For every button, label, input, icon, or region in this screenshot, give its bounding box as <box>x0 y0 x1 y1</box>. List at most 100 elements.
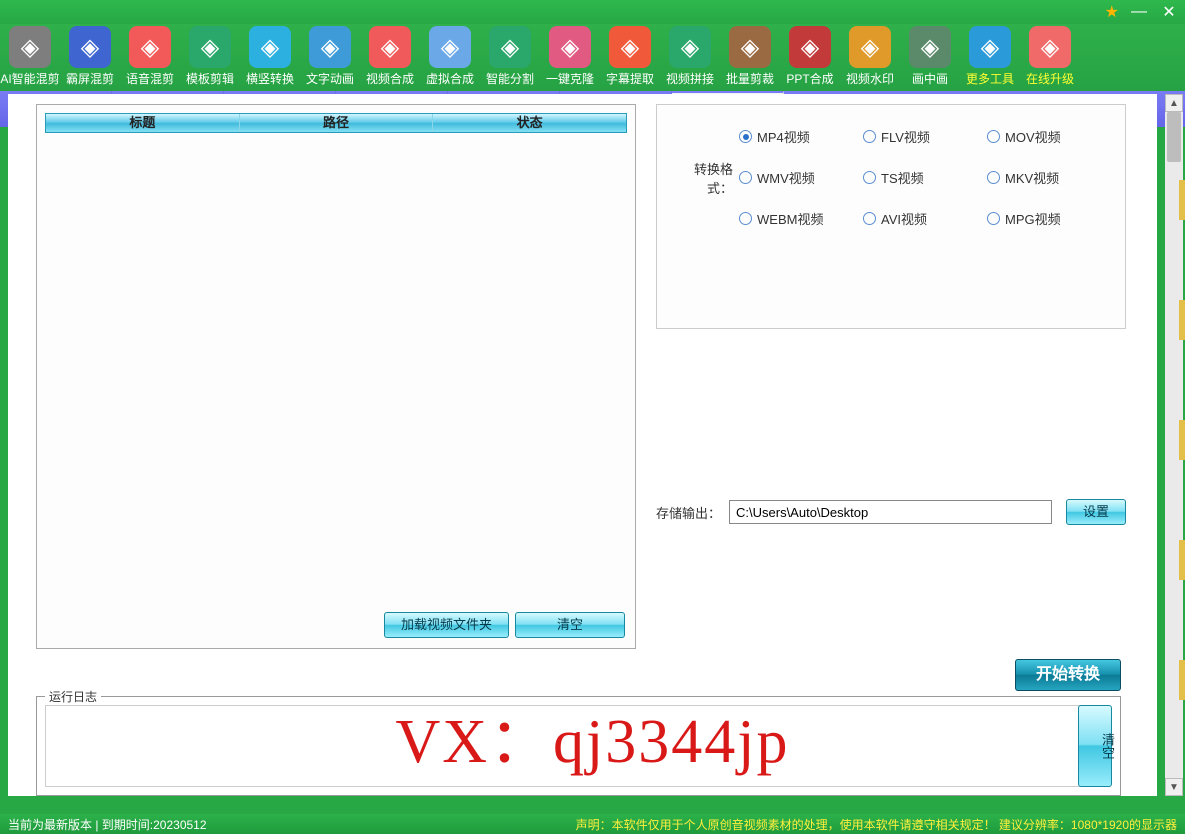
log-body <box>45 705 1080 787</box>
edge-marker <box>1179 420 1185 460</box>
scroll-down-icon[interactable]: ▼ <box>1165 778 1183 796</box>
toolbar-label: 字幕提取 <box>600 70 660 87</box>
file-list-panel: 标题 路径 状态 加载视频文件夹 清空 <box>36 104 636 649</box>
toolbar-label: 视频水印 <box>840 70 900 87</box>
toolbar-icon: ◈ <box>309 26 351 68</box>
toolbar-item[interactable]: ◈画中画 <box>900 26 960 91</box>
star-icon: ★ <box>1105 2 1119 22</box>
toolbar-item[interactable]: ◈ 视频拼接 <box>660 26 720 91</box>
toolbar-icon: ◈ <box>69 26 111 68</box>
toolbar-icon: ◈ <box>429 26 471 68</box>
toolbar-icon: ◈ <box>849 26 891 68</box>
toolbar-icon: ◈ <box>1029 26 1071 68</box>
format-radio[interactable]: MOV视频 <box>987 127 1111 146</box>
format-radio[interactable]: MKV视频 <box>987 168 1111 187</box>
log-clear-button[interactable]: 清空 <box>1078 705 1112 787</box>
scroll-thumb[interactable] <box>1167 112 1181 162</box>
format-radio[interactable]: WMV视频 <box>739 168 863 187</box>
th-status[interactable]: 状态 <box>433 114 626 132</box>
radio-icon <box>863 212 876 225</box>
toolbar-icon: ◈ <box>669 26 711 68</box>
th-path[interactable]: 路径 <box>240 114 434 132</box>
toolbar-item[interactable]: ◈ AI智能混剪 <box>0 26 60 91</box>
toolbar-label: 批量剪裁 <box>720 70 780 87</box>
toolbar-label: 霸屏混剪 <box>60 70 120 87</box>
main-toolbar: ◈AI智能混剪◈霸屏混剪◈语音混剪◈模板剪辑◈横竖转换◈文字动画◈视频合成◈虚拟… <box>0 24 1185 91</box>
toolbar-item[interactable]: ◈ 智能分割 <box>480 26 540 91</box>
table-body <box>45 141 627 591</box>
radio-icon <box>987 212 1000 225</box>
clear-list-button[interactable]: 清空 <box>515 612 625 638</box>
toolbar-label: 虚拟合成 <box>420 70 480 87</box>
edge-marker <box>1179 660 1185 700</box>
toolbar-item[interactable]: ◈更多工具 <box>960 26 1020 91</box>
format-radio-group: MP4视频 FLV视频 MOV视频 WMV视频 TS视频 MKV视频 WEBM视频 AVI视频… <box>739 127 1111 228</box>
toolbar-item[interactable]: ◈语音混剪 <box>120 26 180 91</box>
start-convert-button[interactable]: 开始转换 <box>1015 659 1121 691</box>
content-area: 标题 路径 状态 加载视频文件夹 清空 转换格式： MP4视频 FLV视频 MOV视… <box>8 94 1157 796</box>
table-header: 标题 路径 状态 <box>45 113 627 133</box>
load-folder-button[interactable]: 加载视频文件夹 <box>384 612 509 638</box>
toolbar-label: 语音混剪 <box>120 70 180 87</box>
format-radio[interactable]: MP4视频 <box>739 127 863 146</box>
toolbar-label: 智能分割 <box>480 70 540 87</box>
toolbar-item[interactable]: ◈ 文字动画 <box>300 26 360 91</box>
toolbar-item[interactable]: ◈ 批量剪裁 <box>720 26 780 91</box>
toolbar-icon: ◈ <box>969 26 1011 68</box>
toolbar-icon: ◈ <box>729 26 771 68</box>
scroll-up-icon[interactable]: ▲ <box>1165 94 1183 112</box>
radio-label: TS视频 <box>881 168 924 187</box>
toolbar-item[interactable]: ◈ 虚拟合成 <box>420 26 480 91</box>
toolbar-item[interactable]: ◈ 霸屏混剪 <box>60 26 120 91</box>
toolbar-item[interactable]: ◈ 在线升级 <box>1020 26 1080 91</box>
toolbar-icon: ◈ <box>189 26 231 68</box>
toolbar-item[interactable]: ◈ 横竖转换 <box>240 26 300 91</box>
toolbar-icon: ◈ <box>249 26 291 68</box>
format-radio[interactable]: WEBM视频 <box>739 209 863 228</box>
toolbar-item[interactable]: ◈ 视频水印 <box>840 26 900 91</box>
toolbar-label: 横竖转换 <box>240 70 300 87</box>
edge-marker <box>1179 540 1185 580</box>
settings-button[interactable]: 设置 <box>1066 499 1126 525</box>
toolbar-icon: ◈ <box>549 26 591 68</box>
radio-label: WEBM视频 <box>757 209 823 228</box>
toolbar-item[interactable]: ◈ 一键克隆 <box>540 26 600 91</box>
radio-icon <box>739 171 752 184</box>
radio-label: MKV视频 <box>1005 168 1059 187</box>
radio-icon <box>739 212 752 225</box>
edge-marker <box>1179 180 1185 220</box>
toolbar-label: 一键克隆 <box>540 70 600 87</box>
toolbar-item[interactable]: ◈ 模板剪辑 <box>180 26 240 91</box>
toolbar-label: 在线升级 <box>1020 70 1080 87</box>
toolbar-label: 视频拼接 <box>660 70 720 87</box>
toolbar-icon: ◈ <box>609 26 651 68</box>
radio-icon <box>987 171 1000 184</box>
minimize-button[interactable]: — <box>1129 3 1149 21</box>
toolbar-label: 文字动画 <box>300 70 360 87</box>
close-button[interactable]: ✕ <box>1159 2 1179 22</box>
th-title[interactable]: 标题 <box>46 114 240 132</box>
edge-marker <box>1179 300 1185 340</box>
format-radio[interactable]: FLV视频 <box>863 127 987 146</box>
radio-label: WMV视频 <box>757 168 815 187</box>
format-radio[interactable]: TS视频 <box>863 168 987 187</box>
format-label: 转换格式： <box>671 159 733 197</box>
toolbar-icon: ◈ <box>9 26 51 68</box>
toolbar-icon: ◈ <box>489 26 531 68</box>
status-right: 声明：本软件仅用于个人原创音视频素材的处理，使用本软件请遵守相关规定！ 建议分辨… <box>576 816 1177 833</box>
radio-label: MP4视频 <box>757 127 810 146</box>
format-radio[interactable]: AVI视频 <box>863 209 987 228</box>
format-radio[interactable]: MPG视频 <box>987 209 1111 228</box>
toolbar-label: 模板剪辑 <box>180 70 240 87</box>
toolbar-item[interactable]: ◈ PPT合成 <box>780 26 840 91</box>
radio-label: MPG视频 <box>1005 209 1061 228</box>
radio-label: FLV视频 <box>881 127 930 146</box>
toolbar-item[interactable]: ◈视频合成 <box>360 26 420 91</box>
radio-label: MOV视频 <box>1005 127 1061 146</box>
toolbar-label: AI智能混剪 <box>0 70 60 87</box>
toolbar-item[interactable]: ◈ 字幕提取 <box>600 26 660 91</box>
radio-icon <box>739 130 752 143</box>
toolbar-icon: ◈ <box>789 26 831 68</box>
output-path-input[interactable] <box>729 500 1052 524</box>
toolbar-label: PPT合成 <box>780 70 840 87</box>
